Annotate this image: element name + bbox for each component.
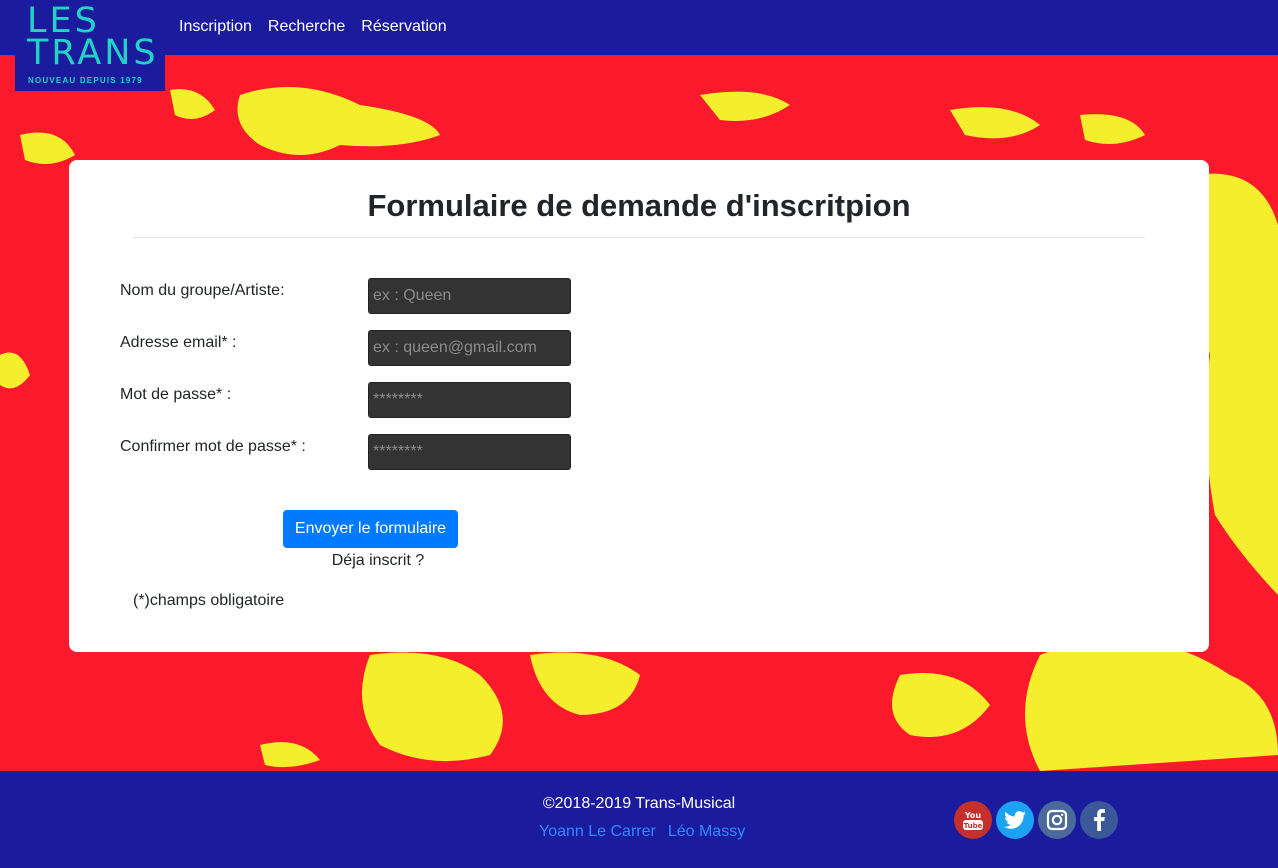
svg-text:You: You [964, 811, 982, 820]
page-title: Formulaire de demande d'inscritpion [367, 188, 911, 223]
logo[interactable]: LES TRANS NOUVEAU DEPUIS 1979 [15, 0, 165, 91]
field-row-confirm-password: Confirmer mot de passe* : [120, 434, 580, 472]
svg-text:Tube: Tube [964, 822, 983, 830]
instagram-glyph [1046, 809, 1068, 831]
social-links: You Tube [954, 801, 1118, 839]
submit-button[interactable]: Envoyer le formulaire [283, 510, 458, 548]
artist-name-input[interactable] [368, 278, 571, 314]
twitter-glyph [1004, 811, 1026, 829]
required-fields-note: (*)champs obligatoire [133, 592, 285, 609]
password-label: Mot de passe* : [120, 386, 232, 403]
already-registered-link[interactable]: Déja inscrit ? [283, 552, 473, 570]
nav-link-inscription[interactable]: Inscription [179, 18, 252, 36]
nav-link-recherche[interactable]: Recherche [268, 18, 345, 36]
youtube-glyph: You Tube [963, 811, 983, 830]
youtube-icon[interactable]: You Tube [954, 801, 992, 839]
author-link-leo[interactable]: Léo Massy [668, 823, 745, 841]
footer: ©2018-2019 Trans-Musical Yoann Le Carrer… [0, 771, 1278, 868]
field-row-artist: Nom du groupe/Artiste: [120, 278, 580, 316]
twitter-icon[interactable] [996, 801, 1034, 839]
nav-link-reservation[interactable]: Réservation [361, 18, 446, 36]
artist-label: Nom du groupe/Artiste: [120, 282, 285, 299]
field-row-email: Adresse email* : [120, 330, 580, 368]
confirm-password-label: Confirmer mot de passe* : [120, 438, 306, 455]
title-divider [133, 237, 1145, 238]
facebook-icon[interactable] [1080, 801, 1118, 839]
author-link-yoann[interactable]: Yoann Le Carrer [539, 823, 656, 841]
email-label: Adresse email* : [120, 334, 237, 351]
email-input[interactable] [368, 330, 571, 366]
confirm-password-input[interactable] [368, 434, 571, 470]
field-row-password: Mot de passe* : [120, 382, 580, 420]
logo-line-2: TRANS [27, 33, 159, 73]
registration-card: Formulaire de demande d'inscritpion Nom … [69, 160, 1209, 652]
nav-links: Inscription Recherche Réservation [179, 18, 447, 36]
navbar: Inscription Recherche Réservation [0, 0, 1278, 55]
instagram-icon[interactable] [1038, 801, 1076, 839]
password-input[interactable] [368, 382, 571, 418]
logo-tagline: NOUVEAU DEPUIS 1979 [28, 76, 143, 85]
facebook-glyph [1094, 809, 1105, 831]
author-links: Yoann Le Carrer Léo Massy [539, 823, 745, 841]
